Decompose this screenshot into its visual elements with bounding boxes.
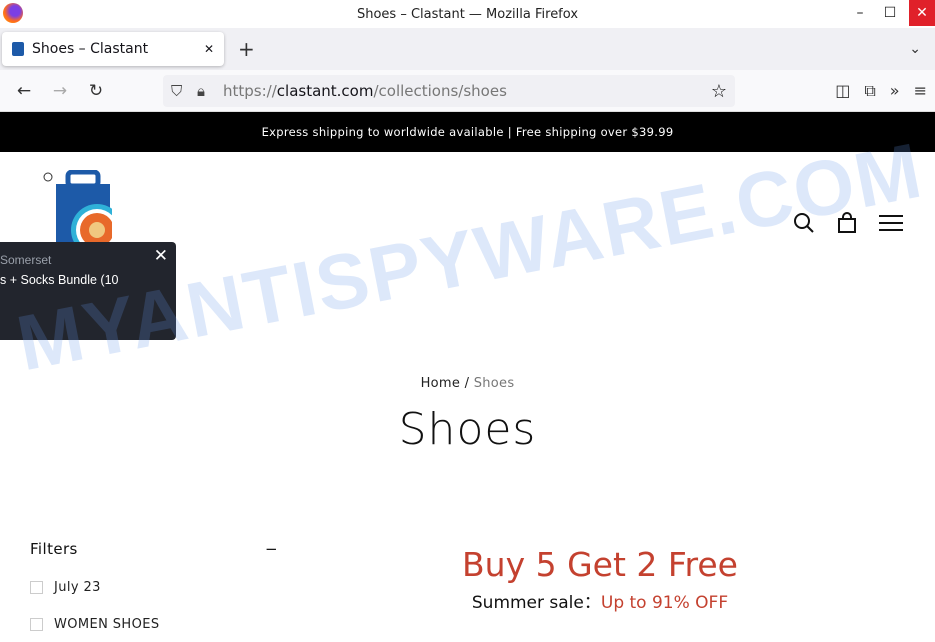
menu-icon[interactable]: ≡ [914, 81, 927, 101]
popup-product[interactable]: s + Socks Bundle (10 [0, 273, 118, 287]
search-icon[interactable] [793, 212, 815, 234]
extensions-icon[interactable]: ⧉ [864, 81, 875, 101]
nav-bar: ← → ↻ ⛉ 🔒︎ https://clastant.com/collecti… [0, 70, 935, 112]
filters-panel: Filters − July 23 WOMEN SHOES [30, 540, 278, 632]
bookmark-star-icon[interactable]: ☆ [711, 81, 727, 102]
collapse-filters-button[interactable]: − [265, 540, 278, 558]
tab-bar: Shoes – Clastant ✕ + ⌄ [0, 28, 935, 70]
popup-close-icon[interactable]: ✕ [154, 246, 168, 266]
breadcrumb: Home / Shoes [420, 376, 515, 391]
reload-button[interactable]: ↻ [78, 81, 114, 101]
favicon-icon [12, 42, 24, 56]
window-titlebar: Shoes – Clastant — Mozilla Firefox – ☐ ✕ [0, 0, 935, 28]
url-text[interactable]: https://clastant.com/collections/shoes [223, 82, 711, 100]
shield-icon[interactable]: ⛉ [171, 82, 197, 100]
firefox-logo-icon [3, 3, 23, 23]
new-tab-button[interactable]: + [238, 37, 255, 61]
cart-icon[interactable] [837, 212, 857, 234]
checkbox[interactable] [30, 581, 43, 594]
back-button[interactable]: ← [6, 81, 42, 101]
tab-shoes[interactable]: Shoes – Clastant ✕ [2, 32, 224, 66]
window-title: Shoes – Clastant — Mozilla Firefox [356, 6, 579, 22]
list-tabs-chevron-icon[interactable]: ⌄ [909, 41, 921, 57]
sales-notification-popup[interactable]: Somerset s + Socks Bundle (10 ✕ [0, 242, 176, 340]
breadcrumb-current: Shoes [473, 376, 515, 391]
lock-icon[interactable]: 🔒︎ [197, 82, 223, 100]
hamburger-menu-icon[interactable] [879, 213, 903, 233]
promo-headline: Buy 5 Get 2 Free [462, 545, 738, 584]
announcement-bar: Express shipping to worldwide available … [0, 112, 935, 152]
site-header: Somerset s + Socks Bundle (10 ✕ Home / S… [0, 152, 935, 455]
tab-label: Shoes – Clastant [32, 41, 149, 57]
filters-title: Filters [30, 540, 78, 558]
close-tab-icon[interactable]: ✕ [204, 42, 214, 56]
breadcrumb-home[interactable]: Home [421, 376, 461, 391]
pocket-icon[interactable]: ◫ [835, 81, 850, 101]
overflow-icon[interactable]: » [890, 81, 900, 101]
filter-option[interactable]: July 23 [30, 580, 278, 595]
maximize-button[interactable]: ☐ [875, 0, 905, 26]
minimize-button[interactable]: – [845, 0, 875, 26]
promo-banner: Buy 5 Get 2 Free Summer sale：Up to 91% O… [400, 545, 800, 613]
forward-button[interactable]: → [42, 81, 78, 101]
close-window-button[interactable]: ✕ [909, 0, 935, 26]
page-title: Shoes [398, 404, 537, 455]
filter-option[interactable]: WOMEN SHOES [30, 617, 278, 632]
promo-subline: Summer sale：Up to 91% OFF [471, 593, 729, 613]
clastant-logo[interactable] [42, 170, 112, 245]
popup-location: Somerset [0, 253, 52, 267]
checkbox[interactable] [30, 618, 43, 631]
url-bar[interactable]: ⛉ 🔒︎ https://clastant.com/collections/sh… [163, 75, 735, 107]
